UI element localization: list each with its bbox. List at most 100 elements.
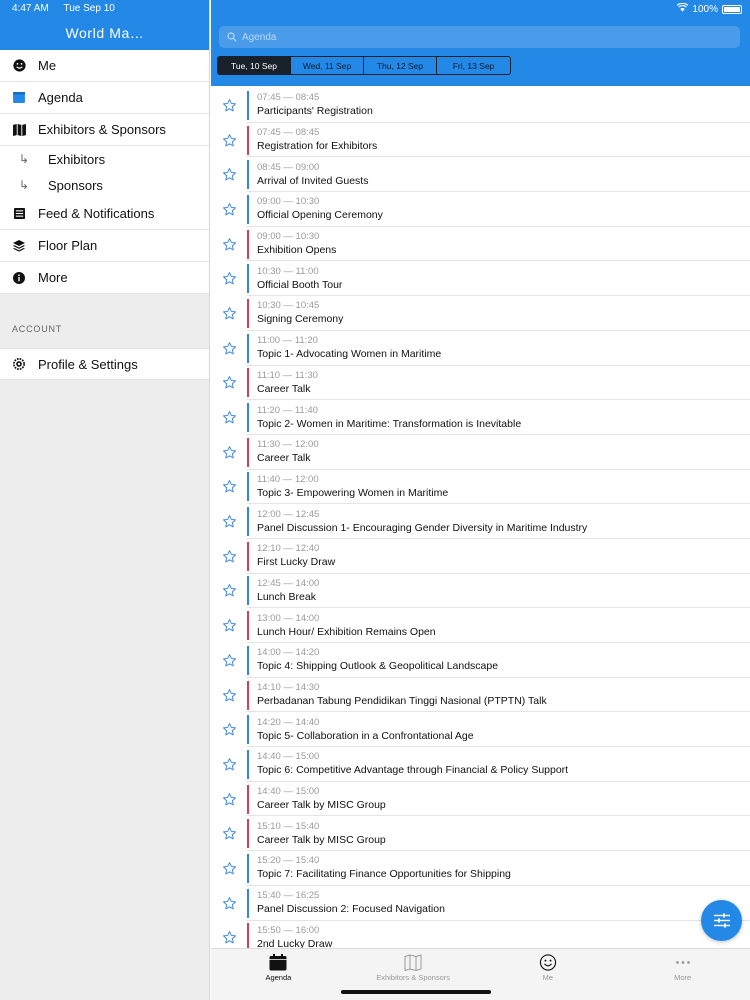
agenda-row[interactable]: 14:40 — 15:00 Career Talk by MISC Group xyxy=(211,782,750,817)
agenda-row-text: 09:00 — 10:30 Exhibition Opens xyxy=(257,230,336,258)
status-date: Tue Sep 10 xyxy=(63,3,115,14)
star-icon[interactable] xyxy=(211,271,247,286)
search-bar[interactable] xyxy=(219,26,740,48)
agenda-row[interactable]: 13:00 — 14:00 Lunch Hour/ Exhibition Rema… xyxy=(211,608,750,643)
session-time: 13:00 — 14:00 xyxy=(257,612,320,624)
session-title: Signing Ceremony xyxy=(257,313,344,326)
agenda-row[interactable]: 12:45 — 14:00 Lunch Break xyxy=(211,574,750,609)
star-icon[interactable] xyxy=(211,688,247,703)
sidebar-item-more[interactable]: More xyxy=(0,262,209,294)
star-icon[interactable] xyxy=(211,514,247,529)
star-icon[interactable] xyxy=(211,410,247,425)
star-icon[interactable] xyxy=(211,722,247,737)
agenda-row[interactable]: 08:45 — 09:00 Arrival of Invited Guests xyxy=(211,157,750,192)
star-icon[interactable] xyxy=(211,861,247,876)
sidebar-item-exhibitors-sponsors[interactable]: Exhibitors & Sponsors xyxy=(0,114,209,146)
session-time: 14:40 — 15:00 xyxy=(257,751,320,763)
tabbar-item-me[interactable]: Me xyxy=(481,949,616,1000)
gear-icon xyxy=(0,358,38,370)
agenda-row-text: 10:30 — 10:45 Signing Ceremony xyxy=(257,299,343,327)
search-icon xyxy=(227,32,237,42)
track-color-bar xyxy=(247,715,249,745)
session-title: Topic 7: Facilitating Finance Opportunit… xyxy=(257,868,511,881)
agenda-row[interactable]: 11:20 — 11:40 Topic 2- Women in Maritime:… xyxy=(211,400,750,435)
sidebar-item-me[interactable]: Me xyxy=(0,50,209,82)
agenda-row[interactable]: 09:00 — 10:30 Official Opening Ceremony xyxy=(211,192,750,227)
sidebar-item-sponsors[interactable]: ↳ Sponsors xyxy=(0,172,209,198)
agenda-row-text: 12:45 — 14:00 Lunch Break xyxy=(257,577,319,605)
agenda-row[interactable]: 15:20 — 15:40 Topic 7: Facilitating Finan… xyxy=(211,851,750,886)
star-icon[interactable] xyxy=(211,792,247,807)
star-icon[interactable] xyxy=(211,133,247,148)
filter-button[interactable] xyxy=(701,900,742,941)
agenda-row[interactable]: 12:10 — 12:40 First Lucky Draw xyxy=(211,539,750,574)
sidebar-item-exhibitors[interactable]: ↳ Exhibitors xyxy=(0,146,209,172)
track-color-bar xyxy=(247,680,249,710)
agenda-row[interactable]: 15:40 — 16:25 Panel Discussion 2: Focused… xyxy=(211,886,750,921)
star-icon[interactable] xyxy=(211,896,247,911)
agenda-row[interactable]: 12:00 — 12:45 Panel Discussion 1- Encoura… xyxy=(211,504,750,539)
tabbar-label: Me xyxy=(542,973,554,982)
agenda-row-text: 09:00 — 10:30 Official Opening Ceremony xyxy=(257,195,383,223)
star-icon[interactable] xyxy=(211,445,247,460)
session-title: Topic 6: Competitive Advantage through F… xyxy=(257,764,569,777)
session-time: 07:45 — 08:45 xyxy=(257,92,320,104)
status-time: 4:47 AM xyxy=(12,3,49,14)
star-icon[interactable] xyxy=(211,583,247,598)
star-icon[interactable] xyxy=(211,826,247,841)
agenda-row[interactable]: 11:30 — 12:00 Career Talk xyxy=(211,435,750,470)
agenda-row[interactable]: 07:45 — 08:45 Participants' Registration xyxy=(211,88,750,123)
star-icon[interactable] xyxy=(211,375,247,390)
tab-fri-13-sep[interactable]: Fri, 13 Sep xyxy=(437,57,510,74)
session-time: 15:40 — 16:25 xyxy=(257,890,320,902)
star-icon[interactable] xyxy=(211,479,247,494)
star-icon[interactable] xyxy=(211,653,247,668)
agenda-row[interactable]: 10:30 — 11:00 Official Booth Tour xyxy=(211,261,750,296)
star-icon[interactable] xyxy=(211,618,247,633)
sidebar-item-agenda[interactable]: Agenda xyxy=(0,82,209,114)
info-icon xyxy=(0,271,38,284)
agenda-row[interactable]: 14:20 — 14:40 Topic 5- Collaboration in a… xyxy=(211,712,750,747)
sidebar-item-floor-plan[interactable]: Floor Plan xyxy=(0,230,209,262)
star-icon[interactable] xyxy=(211,757,247,772)
agenda-row[interactable]: 14:00 — 14:20 Topic 4: Shipping Outlook &… xyxy=(211,643,750,678)
agenda-row[interactable]: 11:40 — 12:00 Topic 3- Empowering Women i… xyxy=(211,470,750,505)
star-icon[interactable] xyxy=(211,237,247,252)
tab-tue-10-sep[interactable]: Tue, 10 Sep xyxy=(218,57,291,74)
tabbar-item-more[interactable]: More xyxy=(615,949,750,1000)
agenda-row[interactable]: 07:45 — 08:45 Registration for Exhibitors xyxy=(211,123,750,158)
session-title: Lunch Break xyxy=(257,590,316,603)
agenda-row[interactable]: 11:00 — 11:20 Topic 1- Advocating Women i… xyxy=(211,331,750,366)
map-icon xyxy=(404,954,422,971)
agenda-row[interactable]: 11:10 — 11:30 Career Talk xyxy=(211,366,750,401)
session-time: 12:45 — 14:00 xyxy=(257,577,320,589)
star-icon[interactable] xyxy=(211,98,247,113)
agenda-row[interactable]: 10:30 — 10:45 Signing Ceremony xyxy=(211,296,750,331)
sidebar-item-profile-settings[interactable]: Profile & Settings xyxy=(0,348,209,380)
star-icon[interactable] xyxy=(211,306,247,321)
tab-thu-12-sep[interactable]: Thu, 12 Sep xyxy=(364,57,437,74)
session-title: 2nd Lucky Draw xyxy=(257,937,333,948)
sidebar-item-feed[interactable]: Feed & Notifications xyxy=(0,198,209,230)
agenda-row[interactable]: 14:40 — 15:00 Topic 6: Competitive Advant… xyxy=(211,747,750,782)
status-bar-right: 100% xyxy=(677,2,742,15)
agenda-row-text: 14:40 — 15:00 Career Talk by MISC Group xyxy=(257,785,386,813)
star-icon[interactable] xyxy=(211,930,247,945)
agenda-row[interactable]: 14:10 — 14:30 Perbadanan Tabung Pendidika… xyxy=(211,678,750,713)
star-icon[interactable] xyxy=(211,341,247,356)
agenda-row[interactable]: 15:10 — 15:40 Career Talk by MISC Group xyxy=(211,816,750,851)
agenda-row[interactable]: 15:50 — 16:00 2nd Lucky Draw xyxy=(211,921,750,948)
tabbar-item-agenda[interactable]: Agenda xyxy=(211,949,346,1000)
session-title: Topic 5- Collaboration in a Confrontatio… xyxy=(257,729,474,742)
star-icon[interactable] xyxy=(211,167,247,182)
search-input[interactable] xyxy=(242,31,722,43)
sidebar: 4:47 AM Tue Sep 10 World Ma… Me Agenda E… xyxy=(0,0,210,1000)
tab-wed-11-sep[interactable]: Wed, 11 Sep xyxy=(291,57,364,74)
track-color-bar xyxy=(247,819,249,849)
sidebar-item-label: Sponsors xyxy=(48,177,103,193)
star-icon[interactable] xyxy=(211,202,247,217)
session-time: 11:20 — 11:40 xyxy=(257,404,318,416)
star-icon[interactable] xyxy=(211,549,247,564)
main-panel: 100% Tue, 10 Sep Wed, 11 Sep Thu, 12 Sep… xyxy=(211,0,750,1000)
agenda-row[interactable]: 09:00 — 10:30 Exhibition Opens xyxy=(211,227,750,262)
